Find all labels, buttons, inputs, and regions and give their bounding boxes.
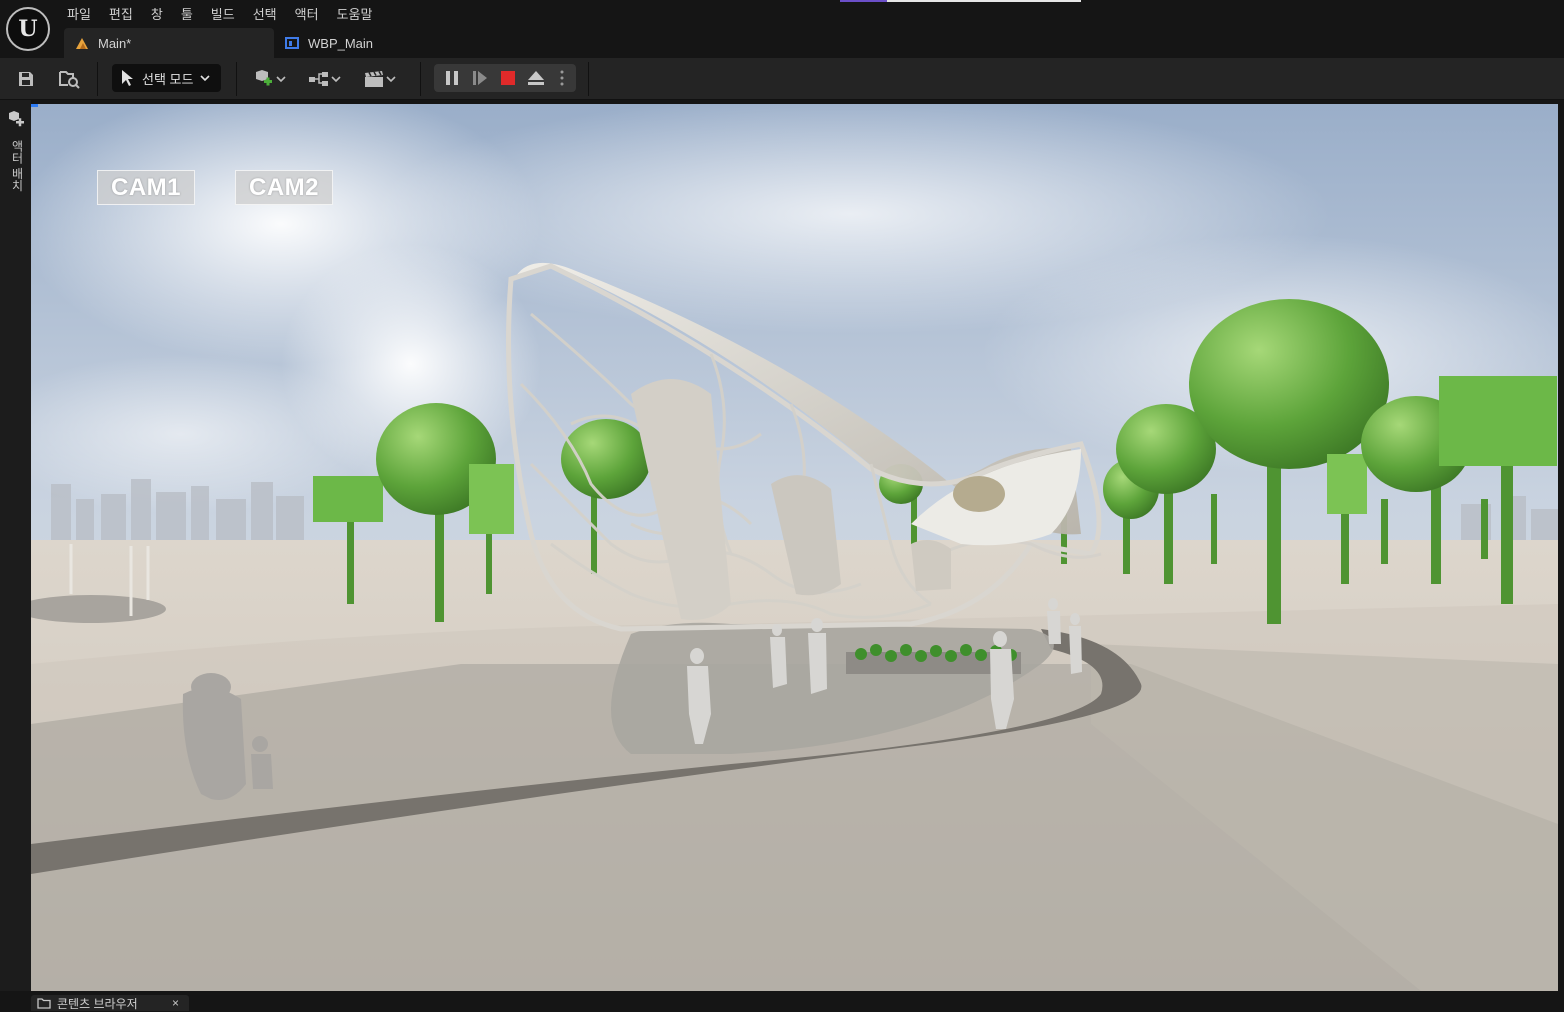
save-icon bbox=[19, 72, 33, 86]
eject-icon bbox=[528, 71, 544, 85]
place-actor-label[interactable]: 액터 배치 bbox=[9, 140, 26, 191]
chevron-down-icon bbox=[386, 76, 396, 83]
menu-tools[interactable]: 툴 bbox=[172, 0, 202, 24]
menu-edit[interactable]: 편집 bbox=[100, 0, 142, 24]
content-browser-label: 콘텐츠 브라우저 bbox=[57, 996, 138, 1011]
viewport-focus-corner bbox=[31, 104, 38, 107]
browse-button[interactable] bbox=[58, 65, 82, 93]
toolbar-separator bbox=[97, 62, 98, 96]
menu-file[interactable]: 파일 bbox=[58, 0, 100, 24]
toolbar-separator bbox=[420, 62, 421, 96]
chevron-down-icon bbox=[276, 76, 286, 83]
title-bar: U 파일 편집 창 툴 빌드 선택 액터 도움말 Main* WBP_Main bbox=[0, 0, 1564, 58]
step-icon bbox=[473, 71, 487, 85]
play-controls bbox=[434, 64, 576, 92]
menu-actor[interactable]: 액터 bbox=[286, 0, 328, 24]
tab-main[interactable]: Main* bbox=[64, 28, 274, 58]
folder-icon bbox=[37, 998, 51, 1009]
add-actor-button[interactable] bbox=[250, 65, 290, 93]
menu-build[interactable]: 빌드 bbox=[202, 0, 244, 24]
blueprint-icon bbox=[309, 72, 328, 86]
cursor-icon bbox=[122, 70, 133, 86]
document-tabs: Main* WBP_Main bbox=[64, 28, 434, 58]
cam2-button[interactable]: CAM2 bbox=[235, 170, 333, 205]
menu-help[interactable]: 도움말 bbox=[328, 0, 382, 24]
pause-button[interactable] bbox=[442, 64, 462, 92]
cinematics-button[interactable] bbox=[360, 65, 400, 93]
chevron-down-icon bbox=[331, 76, 341, 83]
selection-mode-label: 선택 모드 bbox=[142, 71, 194, 87]
content-browser-tab[interactable]: 콘텐츠 브라우저 × bbox=[31, 995, 189, 1011]
eject-button[interactable] bbox=[526, 64, 546, 92]
pause-icon bbox=[446, 71, 458, 85]
blueprint-button[interactable] bbox=[305, 65, 345, 93]
left-sidebar: 액터 배치 bbox=[0, 100, 31, 1011]
toolbar-separator bbox=[236, 62, 237, 96]
scene-render bbox=[31, 104, 1558, 991]
unreal-logo-icon[interactable]: U bbox=[6, 7, 50, 51]
level-viewport[interactable]: CAM1 CAM2 bbox=[31, 104, 1558, 991]
tab-main-label: Main* bbox=[98, 35, 132, 51]
tab-wbp-main[interactable]: WBP_Main bbox=[274, 28, 434, 58]
title-accent-bar bbox=[840, 0, 887, 2]
clapper-icon bbox=[365, 71, 383, 87]
title-line bbox=[887, 0, 1081, 2]
selection-mode-dropdown[interactable]: 선택 모드 bbox=[112, 64, 221, 92]
save-button[interactable] bbox=[14, 65, 38, 93]
add-actor-icon bbox=[256, 70, 272, 86]
tab-wbp-main-label: WBP_Main bbox=[308, 35, 374, 51]
widget-blueprint-icon bbox=[285, 37, 299, 49]
menu-select[interactable]: 선택 bbox=[244, 0, 286, 24]
level-icon bbox=[76, 38, 88, 49]
more-icon bbox=[560, 70, 564, 86]
more-options-button[interactable] bbox=[554, 64, 570, 92]
toolbar-separator bbox=[588, 62, 589, 96]
place-actor-button[interactable] bbox=[7, 110, 25, 133]
menu-bar: 파일 편집 창 툴 빌드 선택 액터 도움말 bbox=[58, 0, 381, 24]
close-icon[interactable]: × bbox=[172, 996, 179, 1010]
stop-button[interactable] bbox=[498, 64, 518, 92]
main-toolbar: 선택 모드 bbox=[0, 58, 1564, 100]
chevron-down-icon bbox=[200, 75, 211, 82]
stop-icon bbox=[501, 71, 515, 85]
step-button[interactable] bbox=[470, 64, 490, 92]
browse-icon bbox=[59, 71, 80, 89]
menu-window[interactable]: 창 bbox=[142, 0, 172, 24]
cam1-button[interactable]: CAM1 bbox=[97, 170, 195, 205]
bottom-panel-bar: 콘텐츠 브라우저 × bbox=[0, 991, 1564, 1011]
place-actor-icon bbox=[9, 111, 24, 127]
